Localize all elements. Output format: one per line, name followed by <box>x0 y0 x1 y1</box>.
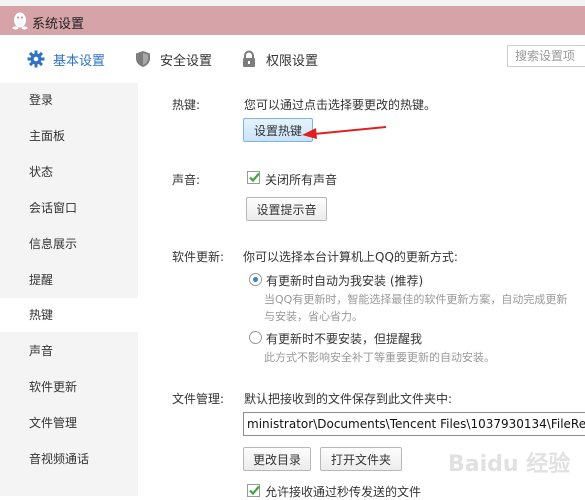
sidebar: 登录 主面板 状态 会话窗口 信息展示 提醒 热键 声音 软件更新 文件管理 音… <box>0 83 138 496</box>
hotkey-description: 您可以通过点击选择要更改的热键。 <box>244 98 437 112</box>
gear-icon <box>27 50 45 68</box>
sidebar-item-reminder[interactable]: 提醒 <box>0 263 138 297</box>
sidebar-item-software-update[interactable]: 软件更新 <box>0 370 138 404</box>
auto-install-label: 有更新时自动为我安装 (推荐) <box>266 274 424 288</box>
sidebar-item-main-panel[interactable]: 主面板 <box>0 119 138 153</box>
auto-install-radio[interactable] <box>249 273 262 286</box>
set-alert-sound-button[interactable]: 设置提示音 <box>246 197 327 221</box>
tab-basic-settings[interactable]: 基本设置 <box>27 47 105 71</box>
sound-label: 声音: <box>172 173 201 187</box>
tab-label: 基本设置 <box>53 53 106 69</box>
search-input[interactable] <box>507 45 585 67</box>
tab-permission-settings[interactable]: 权限设置 <box>240 47 318 71</box>
change-directory-button[interactable]: 更改目录 <box>243 447 311 471</box>
sidebar-item-info-display[interactable]: 信息展示 <box>0 227 138 261</box>
tab-bar: 基本设置 安全设置 权限设置 <box>0 35 585 83</box>
checkmark-icon <box>249 172 260 183</box>
sidebar-item-status[interactable]: 状态 <box>0 155 138 189</box>
mute-all-checkbox[interactable] <box>247 171 260 184</box>
notify-only-radio[interactable] <box>249 331 262 344</box>
update-label: 软件更新: <box>172 250 225 264</box>
tab-security-settings[interactable]: 安全设置 <box>134 47 212 71</box>
sidebar-item-sound[interactable]: 声音 <box>0 334 138 368</box>
sidebar-item-file-management[interactable]: 文件管理 <box>0 406 138 440</box>
red-arrow-annotation <box>302 126 387 139</box>
auto-install-hint-2: 与安装，省心省力。 <box>264 310 363 323</box>
sidebar-item-hotkey[interactable]: 热键 <box>0 298 138 332</box>
save-path-field[interactable]: ministrator\Documents\Tencent Files\1037… <box>243 412 585 436</box>
flash-transfer-label: 允许接收通过秒传发送的文件 <box>265 485 422 499</box>
open-folder-button[interactable]: 打开文件夹 <box>320 447 402 471</box>
flash-transfer-checkbox[interactable] <box>247 484 260 497</box>
window-title: 系统设置 <box>32 17 85 32</box>
tab-label: 权限设置 <box>266 53 319 69</box>
sidebar-item-av-call[interactable]: 音视频通话 <box>0 442 138 476</box>
hotkey-label: 热键: <box>172 98 201 112</box>
qq-penguin-icon <box>12 12 28 30</box>
sidebar-item-chat-window[interactable]: 会话窗口 <box>0 191 138 225</box>
files-label: 文件管理: <box>172 392 225 406</box>
lock-icon <box>243 50 255 67</box>
mute-all-label: 关闭所有声音 <box>265 173 338 187</box>
baidu-watermark: Baidu 经验 <box>448 452 571 477</box>
shield-icon <box>136 51 150 67</box>
tab-label: 安全设置 <box>160 53 213 69</box>
files-description: 默认把接收到的文件保存到此文件夹中: <box>244 392 453 406</box>
auto-install-hint: 当QQ有更新时，智能选择最佳的软件更新方案，自动完成更新 <box>264 293 568 306</box>
notify-only-hint: 此方式不影响安全补丁等重要更新的自动安装。 <box>264 351 495 364</box>
update-description: 你可以选择本台计算机上QQ的更新方式: <box>243 250 458 264</box>
notify-only-label: 有更新时不要安装，但提醒我 <box>266 332 423 346</box>
sidebar-item-login[interactable]: 登录 <box>0 83 138 117</box>
title-bar: 系统设置 <box>0 6 585 35</box>
